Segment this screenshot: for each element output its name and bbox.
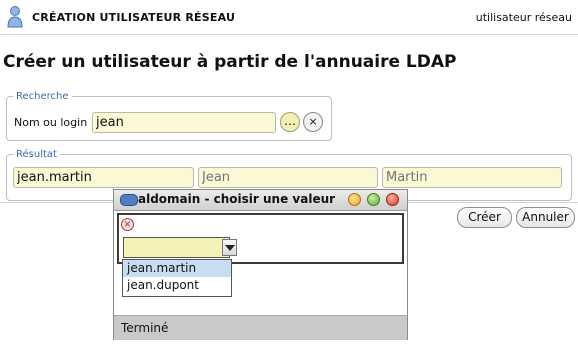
login-field[interactable] (13, 167, 194, 188)
search-legend: Recherche (16, 91, 69, 102)
cancel-button[interactable]: Annuler (516, 207, 575, 228)
dialog-title: aldomain - choisir une valeur (138, 192, 336, 206)
value-select[interactable] (123, 237, 237, 258)
status-text: Terminé (121, 321, 169, 335)
search-label: Nom ou login : (14, 116, 95, 129)
header-context-label: utilisateur réseau (475, 11, 572, 24)
header-title: CRÉATION UTILISATEUR RÉSEAU (32, 11, 236, 24)
firstname-field[interactable] (198, 167, 378, 188)
page-title: Créer un utilisateur à partir de l'annua… (3, 52, 457, 72)
choose-value-dialog: aldomain - choisir une valeur × jean.mar… (113, 189, 408, 340)
app-header: CRÉATION UTILISATEUR RÉSEAU utilisateur … (0, 0, 578, 35)
error-icon: × (121, 218, 134, 231)
clear-button[interactable]: × (303, 112, 323, 132)
dropdown-option[interactable]: jean.martin (123, 260, 231, 277)
user-icon (7, 6, 23, 28)
search-input[interactable] (92, 112, 276, 133)
window-menu-icon[interactable] (120, 194, 138, 206)
result-legend: Résultat (16, 149, 57, 160)
more-button[interactable]: … (280, 112, 300, 132)
dialog-status-bar: Terminé (114, 315, 407, 340)
chevron-down-icon (225, 245, 235, 251)
dialog-titlebar[interactable]: aldomain - choisir une valeur (114, 190, 407, 211)
minimize-button[interactable] (348, 193, 361, 206)
create-button[interactable]: Créer (457, 207, 512, 228)
dropdown-option[interactable]: jean.dupont (123, 277, 231, 294)
close-window-button[interactable] (386, 193, 399, 206)
lastname-field[interactable] (382, 167, 562, 188)
maximize-button[interactable] (367, 193, 380, 206)
dropdown-list: jean.martin jean.dupont (122, 259, 232, 297)
select-dropdown-button[interactable] (222, 239, 237, 256)
